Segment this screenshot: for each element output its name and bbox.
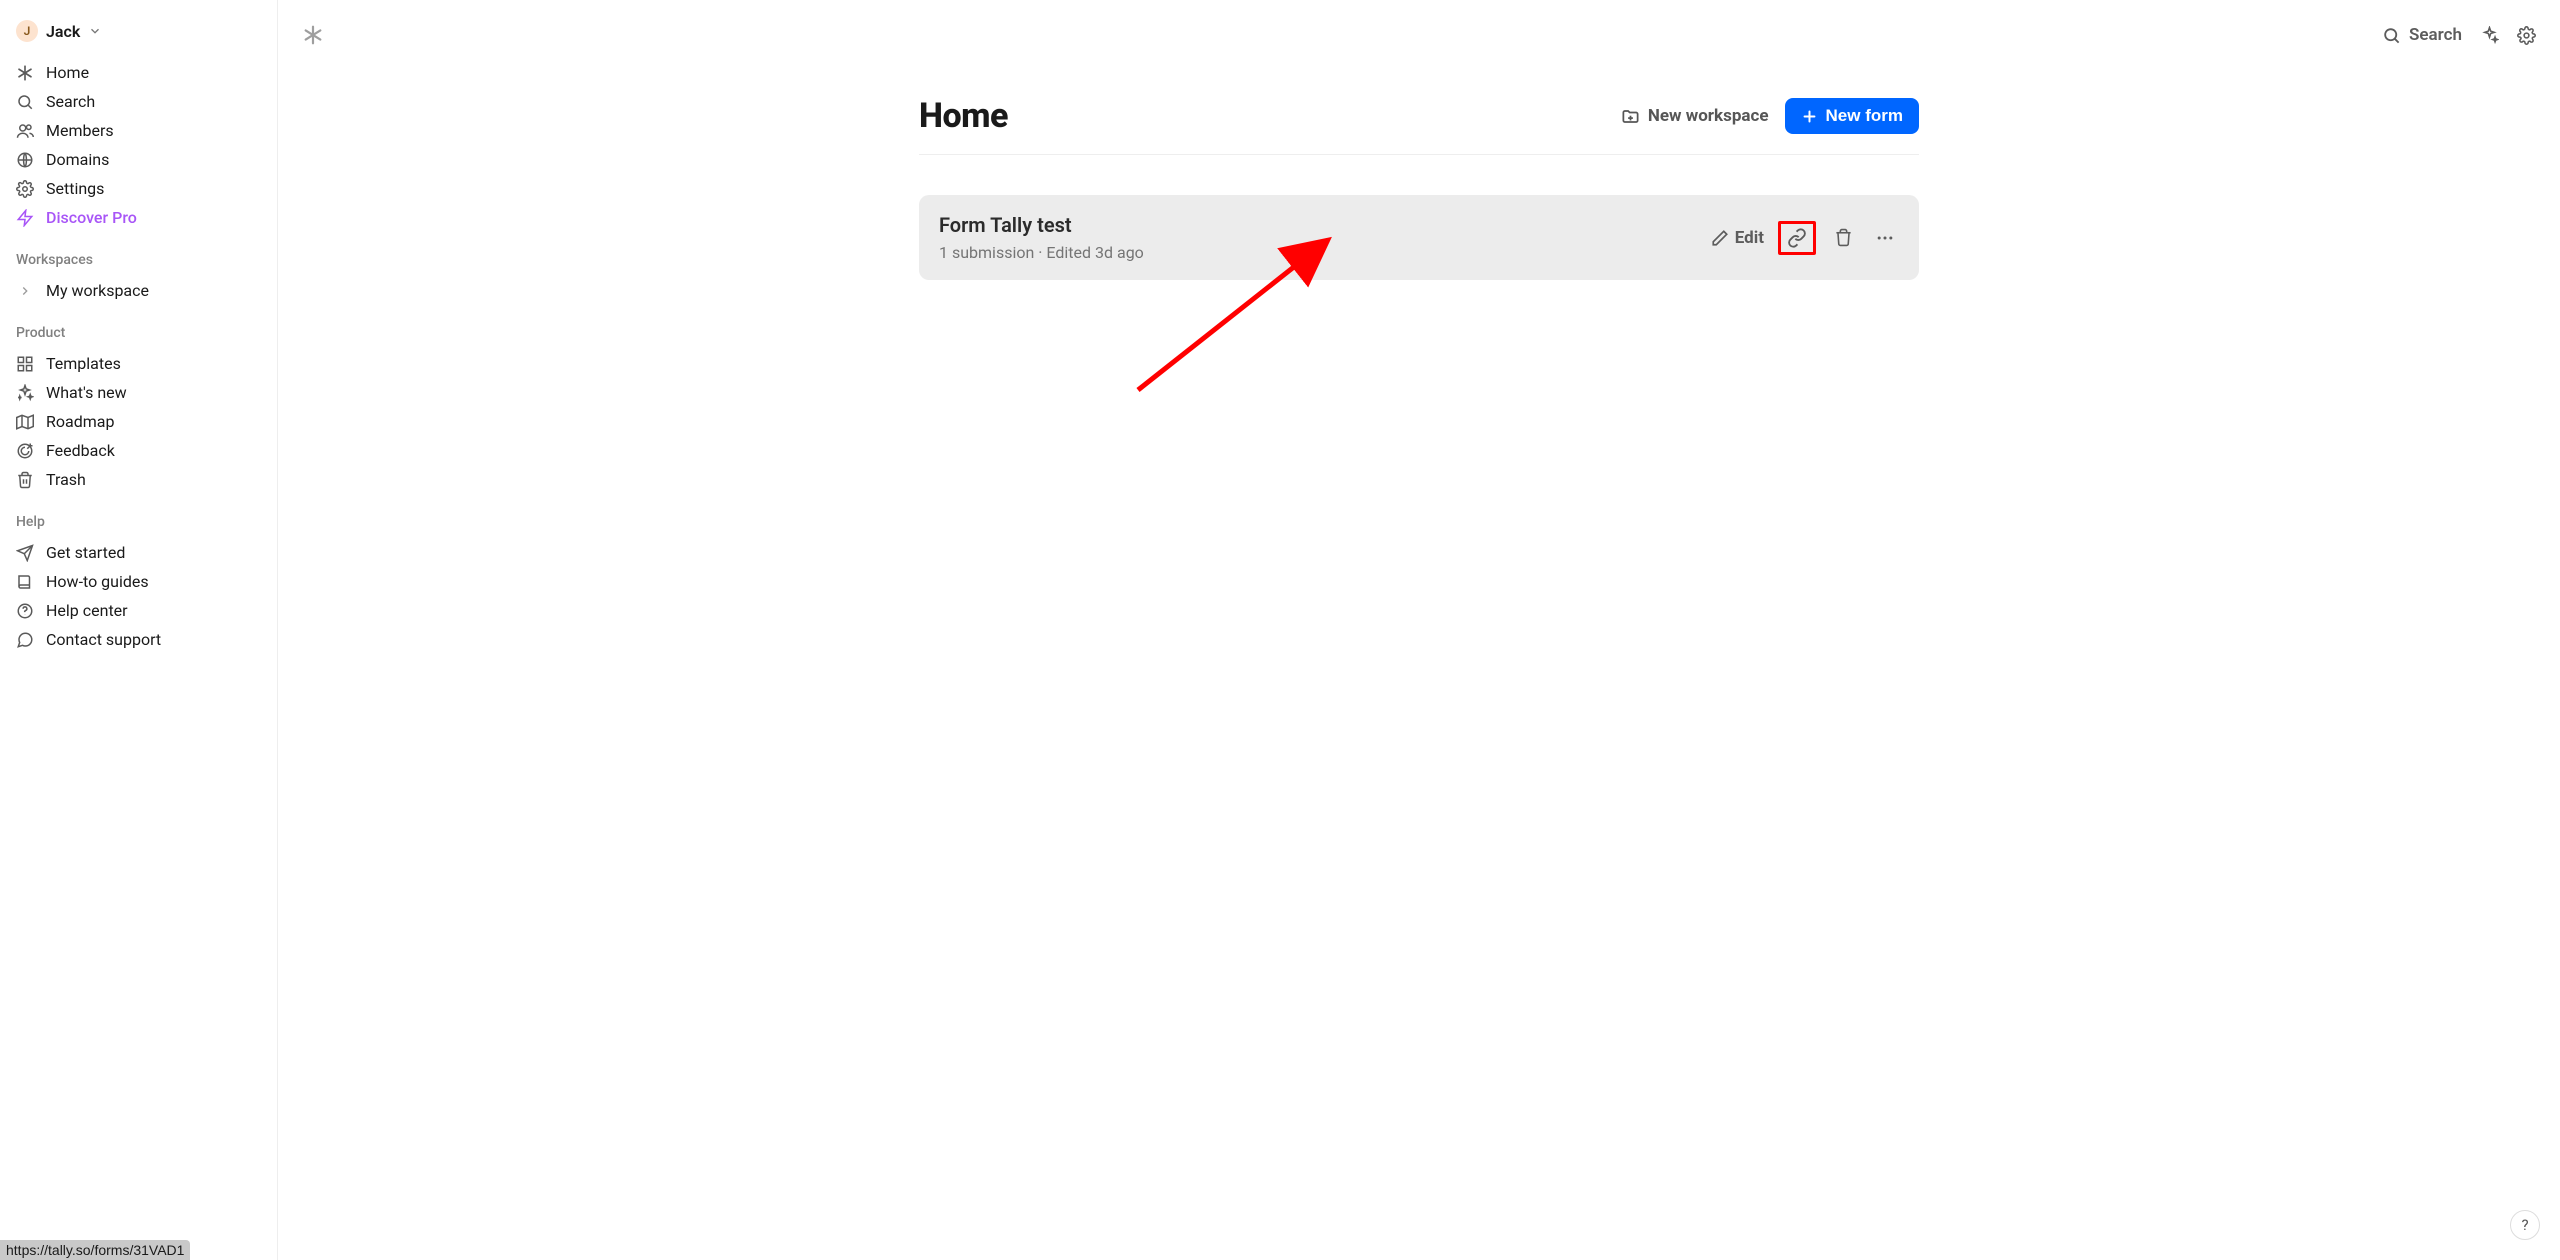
bolt-icon (16, 209, 34, 227)
nav-label: Discover Pro (46, 208, 137, 227)
logo-asterisk-icon[interactable] (302, 24, 324, 46)
status-bar-url: https://tally.so/forms/31VAD1 (0, 1240, 190, 1260)
nav-search[interactable]: Search (8, 87, 269, 116)
nav-main: Home Search Members Domains Settings (0, 56, 277, 234)
nav-whats-new[interactable]: What's new (8, 378, 269, 407)
edit-button[interactable]: Edit (1711, 228, 1764, 248)
page-title: Home (919, 96, 1008, 136)
nav-home[interactable]: Home (8, 58, 269, 87)
avatar: J (16, 20, 38, 42)
user-name: Jack (46, 22, 80, 41)
chat-icon (16, 631, 34, 649)
nav-templates[interactable]: Templates (8, 349, 269, 378)
send-icon (16, 544, 34, 562)
dots-icon (1875, 228, 1895, 248)
book-icon (16, 573, 34, 591)
sparkle-icon (16, 384, 34, 402)
workspaces-heading: Workspaces (0, 234, 277, 274)
nav-help: Get started How-to guides Help center Co… (0, 536, 277, 656)
topbar: Search (278, 0, 2560, 56)
topbar-search-label: Search (2409, 25, 2462, 45)
form-meta: 1 submission · Edited 3d ago (939, 243, 1144, 262)
topbar-search[interactable]: Search (2382, 25, 2462, 45)
nav-domains[interactable]: Domains (8, 145, 269, 174)
new-form-button[interactable]: New form (1785, 98, 1919, 134)
plus-icon (1801, 108, 1818, 125)
folder-plus-icon (1621, 107, 1640, 126)
nav-label: Templates (46, 354, 121, 373)
content-header: Home New workspace New form (919, 96, 1919, 155)
nav-label: Settings (46, 179, 104, 198)
gear-icon[interactable] (2517, 26, 2536, 45)
target-icon (16, 442, 34, 460)
globe-icon (16, 151, 34, 169)
asterisk-icon (16, 64, 34, 82)
search-icon (16, 93, 34, 111)
nav-get-started[interactable]: Get started (8, 538, 269, 567)
share-link-button[interactable] (1778, 221, 1816, 255)
nav-label: Get started (46, 543, 125, 562)
form-card-info: Form Tally test 1 submission · Edited 3d… (939, 213, 1144, 262)
map-icon (16, 413, 34, 431)
workspace-label: My workspace (46, 281, 149, 300)
nav-label: Domains (46, 150, 109, 169)
nav-product: Templates What's new Roadmap Feedback Tr… (0, 347, 277, 496)
new-workspace-label: New workspace (1648, 106, 1769, 126)
nav-workspaces: My workspace (0, 274, 277, 307)
nav-label: Roadmap (46, 412, 114, 431)
help-circle-icon (16, 602, 34, 620)
delete-button[interactable] (1830, 224, 1857, 251)
workspace-item[interactable]: My workspace (8, 276, 269, 305)
nav-label: Feedback (46, 441, 115, 460)
edit-label: Edit (1735, 228, 1764, 248)
pencil-icon (1711, 229, 1729, 247)
chevron-right-icon (16, 284, 34, 298)
more-button[interactable] (1871, 224, 1899, 252)
search-icon (2382, 26, 2401, 45)
nav-roadmap[interactable]: Roadmap (8, 407, 269, 436)
nav-label: How-to guides (46, 572, 149, 591)
link-icon (1787, 228, 1807, 248)
header-actions: New workspace New form (1621, 98, 1919, 134)
nav-help-center[interactable]: Help center (8, 596, 269, 625)
grid-icon (16, 355, 34, 373)
topbar-left (302, 24, 324, 46)
help-heading: Help (0, 496, 277, 536)
nav-label: Members (46, 121, 114, 140)
nav-label: Search (46, 92, 95, 111)
sparkle-icon[interactable] (2480, 26, 2499, 45)
sidebar: J Jack Home Search Members (0, 0, 278, 1260)
nav-trash[interactable]: Trash (8, 465, 269, 494)
nav-discover-pro[interactable]: Discover Pro (8, 203, 269, 232)
nav-contact-support[interactable]: Contact support (8, 625, 269, 654)
help-fab-label: ? (2521, 1216, 2528, 1234)
nav-how-to-guides[interactable]: How-to guides (8, 567, 269, 596)
trash-icon (16, 471, 34, 489)
nav-feedback[interactable]: Feedback (8, 436, 269, 465)
trash-icon (1834, 228, 1853, 247)
nav-label: Contact support (46, 630, 161, 649)
nav-settings[interactable]: Settings (8, 174, 269, 203)
main: Search Home New workspace (278, 0, 2560, 1260)
nav-label: Trash (46, 470, 86, 489)
users-icon (16, 122, 34, 140)
gear-icon (16, 180, 34, 198)
chevron-down-icon (88, 24, 102, 38)
nav-label: Help center (46, 601, 128, 620)
form-card-actions: Edit (1711, 221, 1899, 255)
content: Home New workspace New form F (919, 96, 1919, 280)
help-fab[interactable]: ? (2510, 1210, 2540, 1240)
topbar-right: Search (2382, 25, 2536, 45)
new-form-label: New form (1826, 106, 1903, 126)
nav-label: Home (46, 63, 89, 82)
nav-label: What's new (46, 383, 127, 402)
new-workspace-button[interactable]: New workspace (1621, 106, 1769, 126)
form-card[interactable]: Form Tally test 1 submission · Edited 3d… (919, 195, 1919, 280)
nav-members[interactable]: Members (8, 116, 269, 145)
user-menu[interactable]: J Jack (0, 12, 277, 56)
product-heading: Product (0, 307, 277, 347)
form-title: Form Tally test (939, 213, 1144, 237)
